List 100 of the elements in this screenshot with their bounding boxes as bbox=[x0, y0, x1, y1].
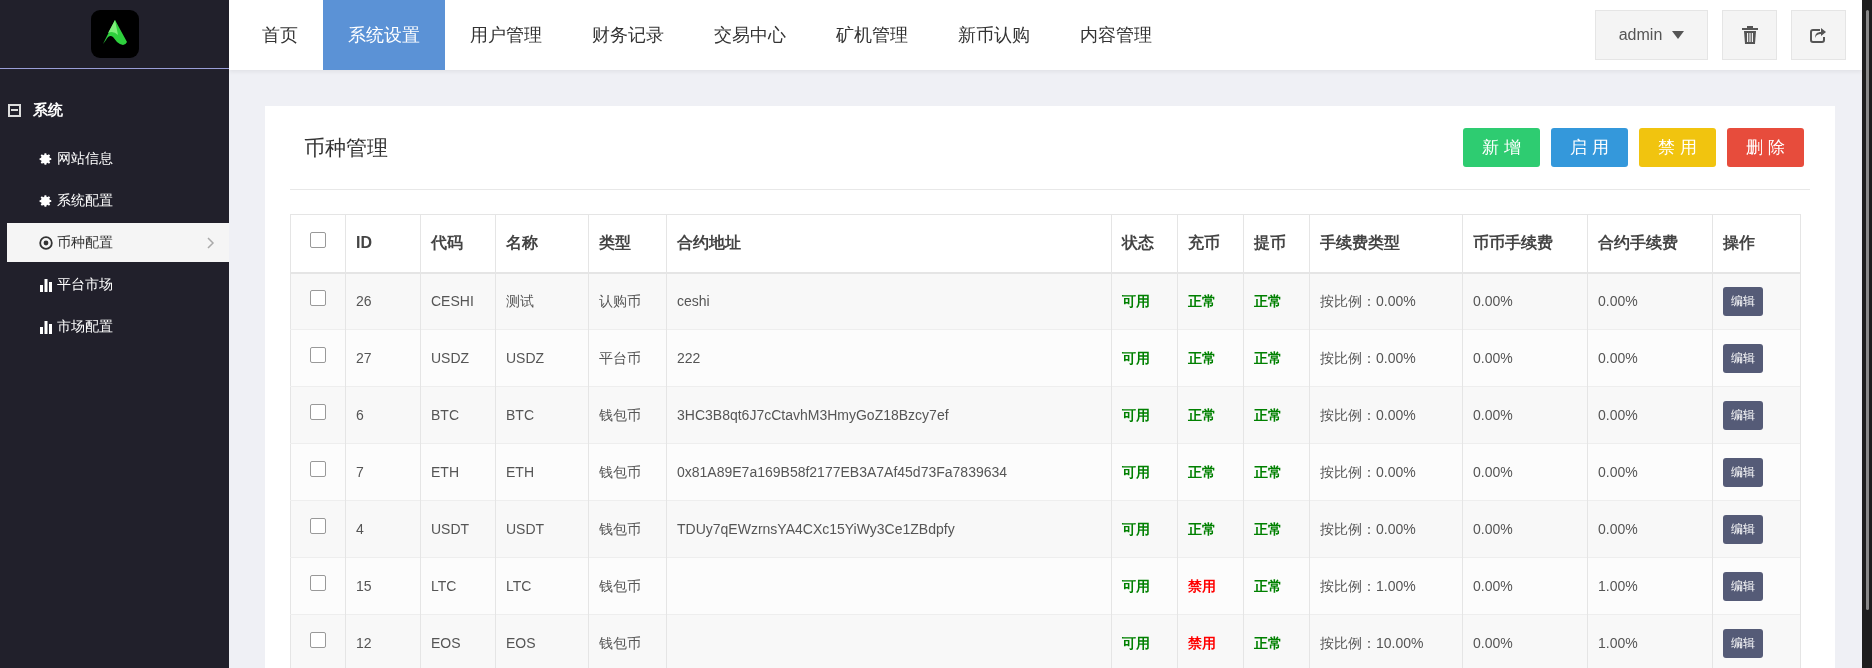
sidebar-item[interactable]: 平台市场 bbox=[7, 265, 229, 304]
column-header: 类型 bbox=[588, 214, 667, 273]
edit-button[interactable]: 编辑 bbox=[1723, 457, 1763, 487]
table-cell: 1.00% bbox=[1598, 577, 1638, 594]
table-cell: USDT bbox=[506, 520, 545, 537]
table-cell: USDZ bbox=[506, 349, 545, 366]
table-cell: 0.00% bbox=[1598, 292, 1638, 309]
table-cell: 认购币 bbox=[599, 292, 641, 309]
user-dropdown[interactable]: admin bbox=[1595, 10, 1708, 60]
nav-tab[interactable]: 新币认购 bbox=[933, 0, 1055, 70]
table-cell: 钱包币 bbox=[599, 406, 641, 423]
sidebar-item[interactable]: 币种配置 bbox=[7, 223, 229, 262]
edit-button[interactable]: 编辑 bbox=[1723, 400, 1763, 430]
table-cell: 测试 bbox=[506, 292, 534, 309]
table-cell: 钱包币 bbox=[599, 634, 641, 651]
status-text: 正常 bbox=[1254, 292, 1282, 309]
checkbox[interactable] bbox=[310, 290, 326, 307]
status-text: 正常 bbox=[1188, 520, 1216, 537]
status-text: 正常 bbox=[1188, 349, 1216, 366]
sidebar-item[interactable]: 市场配置 bbox=[7, 307, 229, 346]
edit-button[interactable]: 编辑 bbox=[1723, 514, 1763, 544]
table-cell: 222 bbox=[677, 349, 701, 366]
share-icon bbox=[1810, 27, 1827, 43]
status-text: 可用 bbox=[1122, 406, 1150, 423]
status-text: 正常 bbox=[1254, 634, 1282, 651]
table-cell: 按比例：0.00% bbox=[1320, 520, 1416, 537]
collapse-icon[interactable] bbox=[8, 103, 21, 117]
sidebar-item[interactable]: 网站信息 bbox=[7, 139, 229, 178]
table-cell: 3HC3B8qt6J7cCtavhM3HmyGoZ18Bzcy7ef bbox=[677, 406, 949, 423]
status-text: 正常 bbox=[1254, 463, 1282, 480]
status-text: 可用 bbox=[1122, 463, 1150, 480]
status-text: 正常 bbox=[1188, 463, 1216, 480]
gear-icon bbox=[39, 151, 53, 166]
status-text: 可用 bbox=[1122, 634, 1150, 651]
column-header: 合约手续费 bbox=[1587, 214, 1713, 273]
table-cell: LTC bbox=[431, 577, 457, 594]
trash-button[interactable] bbox=[1722, 10, 1777, 60]
status-text: 正常 bbox=[1254, 349, 1282, 366]
table-cell: 钱包币 bbox=[599, 463, 641, 480]
sidebar-group-title[interactable]: 系统 bbox=[33, 98, 63, 122]
table-cell: 0.00% bbox=[1473, 577, 1513, 594]
status-text: 可用 bbox=[1122, 520, 1150, 537]
nav-tab[interactable]: 首页 bbox=[237, 0, 323, 70]
edit-button[interactable]: 编辑 bbox=[1723, 286, 1763, 316]
table-cell: BTC bbox=[506, 406, 534, 423]
table-cell: 1.00% bbox=[1598, 634, 1638, 651]
table-cell: ETH bbox=[431, 463, 459, 480]
checkbox[interactable] bbox=[310, 404, 326, 420]
chevron-right-icon bbox=[207, 236, 215, 249]
status-text: 正常 bbox=[1188, 292, 1216, 309]
column-header: 名称 bbox=[495, 214, 589, 273]
checkbox[interactable] bbox=[310, 575, 326, 591]
table-cell: 0.00% bbox=[1473, 406, 1513, 423]
trash-icon bbox=[1741, 26, 1758, 44]
edit-button[interactable]: 编辑 bbox=[1723, 343, 1763, 373]
nav-tab[interactable]: 用户管理 bbox=[445, 0, 567, 70]
status-text: 正常 bbox=[1254, 406, 1282, 423]
nav-tab[interactable]: 财务记录 bbox=[567, 0, 689, 70]
status-text: 禁用 bbox=[1188, 634, 1216, 651]
checkbox[interactable] bbox=[310, 232, 326, 249]
nav-tab[interactable]: 交易中心 bbox=[689, 0, 811, 70]
table-cell: 0.00% bbox=[1598, 520, 1638, 537]
caret-icon bbox=[1672, 31, 1685, 39]
table-cell: 0.00% bbox=[1473, 520, 1513, 537]
table-cell: 0.00% bbox=[1598, 349, 1638, 366]
table-cell: 6 bbox=[356, 406, 364, 423]
table-cell: 钱包币 bbox=[599, 577, 641, 594]
checkbox[interactable] bbox=[310, 347, 326, 363]
sidebar-item[interactable]: 系统配置 bbox=[7, 181, 229, 220]
logout-button[interactable] bbox=[1791, 10, 1846, 60]
table-cell: 平台币 bbox=[599, 349, 641, 366]
nav-tab[interactable]: 内容管理 bbox=[1055, 0, 1177, 70]
action-button[interactable]: 删 除 bbox=[1727, 128, 1804, 167]
table-cell: LTC bbox=[506, 577, 532, 594]
column-header: 币币手续费 bbox=[1462, 214, 1588, 273]
table-cell: 27 bbox=[356, 349, 372, 366]
edit-button[interactable]: 编辑 bbox=[1723, 628, 1763, 658]
table-cell: 按比例：0.00% bbox=[1320, 406, 1416, 423]
table-cell: TDUy7qEWzrnsYA4CXc15YiWy3Ce1ZBdpfy bbox=[677, 520, 955, 537]
target-icon bbox=[39, 235, 53, 250]
bar-chart-icon bbox=[39, 319, 53, 334]
checkbox[interactable] bbox=[310, 518, 326, 534]
card-title: 币种管理 bbox=[303, 134, 388, 161]
column-header: 充币 bbox=[1177, 214, 1244, 273]
bar-chart-icon bbox=[39, 277, 53, 292]
checkbox[interactable] bbox=[310, 461, 326, 477]
table-cell: 0.00% bbox=[1598, 406, 1638, 423]
nav-tab[interactable]: 矿机管理 bbox=[811, 0, 933, 70]
table-cell: 按比例：1.00% bbox=[1320, 577, 1416, 594]
column-header: 合约地址 bbox=[666, 214, 1112, 273]
checkbox[interactable] bbox=[310, 632, 326, 648]
table-cell: 0.00% bbox=[1473, 634, 1513, 651]
table-cell: 按比例：0.00% bbox=[1320, 292, 1416, 309]
table-cell: 按比例：0.00% bbox=[1320, 463, 1416, 480]
edit-button[interactable]: 编辑 bbox=[1723, 571, 1763, 601]
scrollbar[interactable] bbox=[1862, 0, 1872, 668]
table-cell: 按比例：10.00% bbox=[1320, 634, 1424, 651]
table-cell: 0.00% bbox=[1473, 463, 1513, 480]
status-text: 可用 bbox=[1122, 292, 1150, 309]
table-cell: 按比例：0.00% bbox=[1320, 349, 1416, 366]
